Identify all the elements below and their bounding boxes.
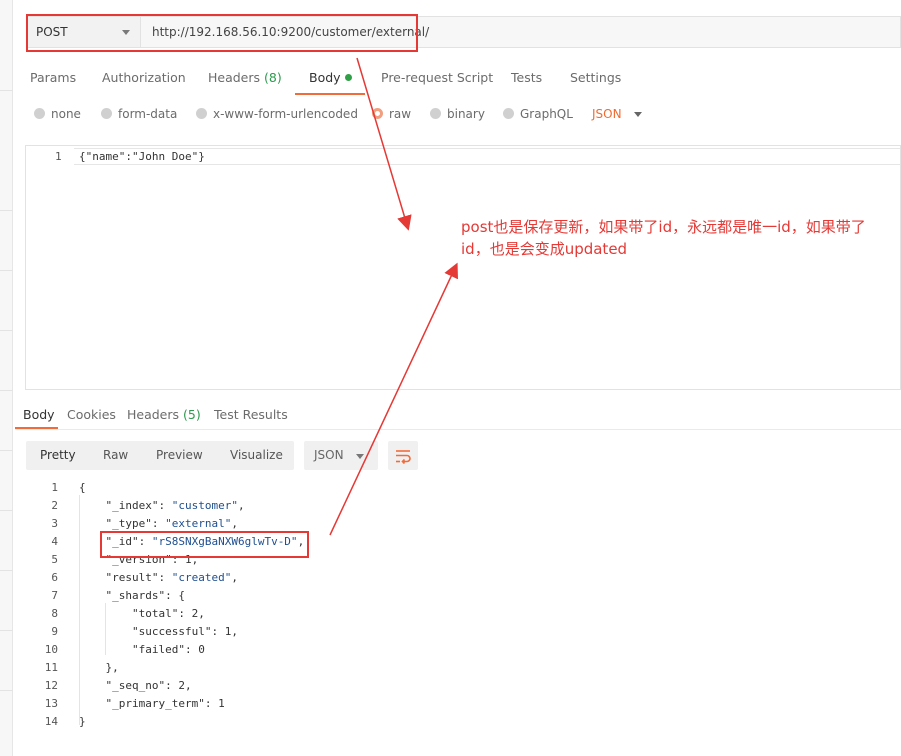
active-tab-indicator	[295, 93, 365, 95]
line-number: 9	[51, 625, 58, 638]
chevron-down-icon	[356, 454, 364, 459]
body-indicator-dot-icon	[344, 74, 352, 81]
view-visualize-button[interactable]: Visualize	[230, 448, 283, 462]
view-raw-button[interactable]: Raw	[103, 448, 128, 462]
body-format-select[interactable]: JSON	[592, 107, 622, 121]
view-pretty-button[interactable]: Pretty	[40, 448, 76, 462]
line-gutter	[26, 146, 74, 389]
radio-icon	[101, 108, 112, 119]
request-body-editor[interactable]: 1 {"name":"John Doe"}	[25, 145, 901, 390]
code-text: },	[79, 661, 119, 674]
tab-tests[interactable]: Tests	[511, 70, 542, 85]
url-highlight-box	[26, 14, 418, 52]
tab-response-body[interactable]: Body	[23, 407, 55, 422]
radio-x-www-form-urlencoded[interactable]: x-www-form-urlencoded	[196, 107, 358, 121]
id-highlight-box	[100, 531, 309, 558]
line-number: 5	[51, 553, 58, 566]
line-number: 7	[51, 589, 58, 602]
wrap-lines-icon	[396, 450, 411, 465]
line-number: 6	[51, 571, 58, 584]
code-text: "_type": "external",	[79, 517, 238, 530]
line-number: 2	[51, 499, 58, 512]
left-panel-edge	[0, 0, 13, 756]
tab-test-results[interactable]: Test Results	[214, 407, 288, 422]
line-number: 11	[44, 661, 58, 674]
radio-icon	[196, 108, 207, 119]
radio-form-data[interactable]: form-data	[101, 107, 177, 121]
code-text: "total": 2,	[79, 607, 205, 620]
code-text: "_seq_no": 2,	[79, 679, 192, 692]
line-number: 3	[51, 517, 58, 530]
line-number: 14	[44, 715, 58, 728]
tab-params[interactable]: Params	[30, 70, 76, 85]
line-number: 4	[51, 535, 58, 548]
annotation-note: post也是保存更新，如果带了id，永远都是唯一id，如果带了id，也是会变成u…	[461, 218, 866, 258]
tab-pre-request-script[interactable]: Pre-request Script	[381, 70, 493, 85]
code-text: "_index": "customer",	[79, 499, 245, 512]
tab-settings[interactable]: Settings	[570, 70, 621, 85]
headers-count: (8)	[264, 70, 282, 85]
radio-selected-icon	[372, 108, 383, 119]
wrap-lines-button[interactable]	[388, 441, 418, 470]
code-text: "result": "created",	[79, 571, 238, 584]
line-number: 1	[51, 481, 58, 494]
view-preview-button[interactable]: Preview	[156, 448, 203, 462]
response-body-viewer[interactable]: 1 {2 "_index": "customer", 3 "_type": "ext…	[25, 481, 901, 736]
radio-icon	[34, 108, 45, 119]
chevron-down-icon	[634, 112, 642, 117]
radio-icon	[430, 108, 441, 119]
response-format-label: JSON	[314, 448, 344, 462]
code-text: {	[79, 481, 86, 494]
line-number: 13	[44, 697, 58, 710]
headers-count: (5)	[183, 407, 201, 422]
code-text: }	[79, 715, 86, 728]
tab-body[interactable]: Body	[309, 70, 352, 85]
line-number: 10	[44, 643, 58, 656]
radio-icon	[503, 108, 514, 119]
code-text: "_shards": {	[79, 589, 185, 602]
radio-binary[interactable]: binary	[430, 107, 485, 121]
line-number: 1	[55, 150, 62, 163]
code-text: "failed": 0	[79, 643, 205, 656]
radio-graphql[interactable]: GraphQL	[503, 107, 573, 121]
request-body-code: {"name":"John Doe"}	[79, 150, 205, 163]
tab-headers[interactable]: Headers (8)	[208, 70, 282, 85]
tab-response-headers[interactable]: Headers (5)	[127, 407, 201, 422]
code-text: "successful": 1,	[79, 625, 238, 638]
radio-none[interactable]: none	[34, 107, 81, 121]
tab-authorization[interactable]: Authorization	[102, 70, 186, 85]
radio-raw[interactable]: raw	[372, 107, 411, 121]
divider	[15, 429, 901, 430]
code-text: "_primary_term": 1	[79, 697, 225, 710]
line-number: 12	[44, 679, 58, 692]
line-number: 8	[51, 607, 58, 620]
response-view-group: Pretty Raw Preview Visualize	[26, 441, 294, 470]
response-format-select[interactable]: JSON	[304, 441, 378, 470]
tab-cookies[interactable]: Cookies	[67, 407, 116, 422]
